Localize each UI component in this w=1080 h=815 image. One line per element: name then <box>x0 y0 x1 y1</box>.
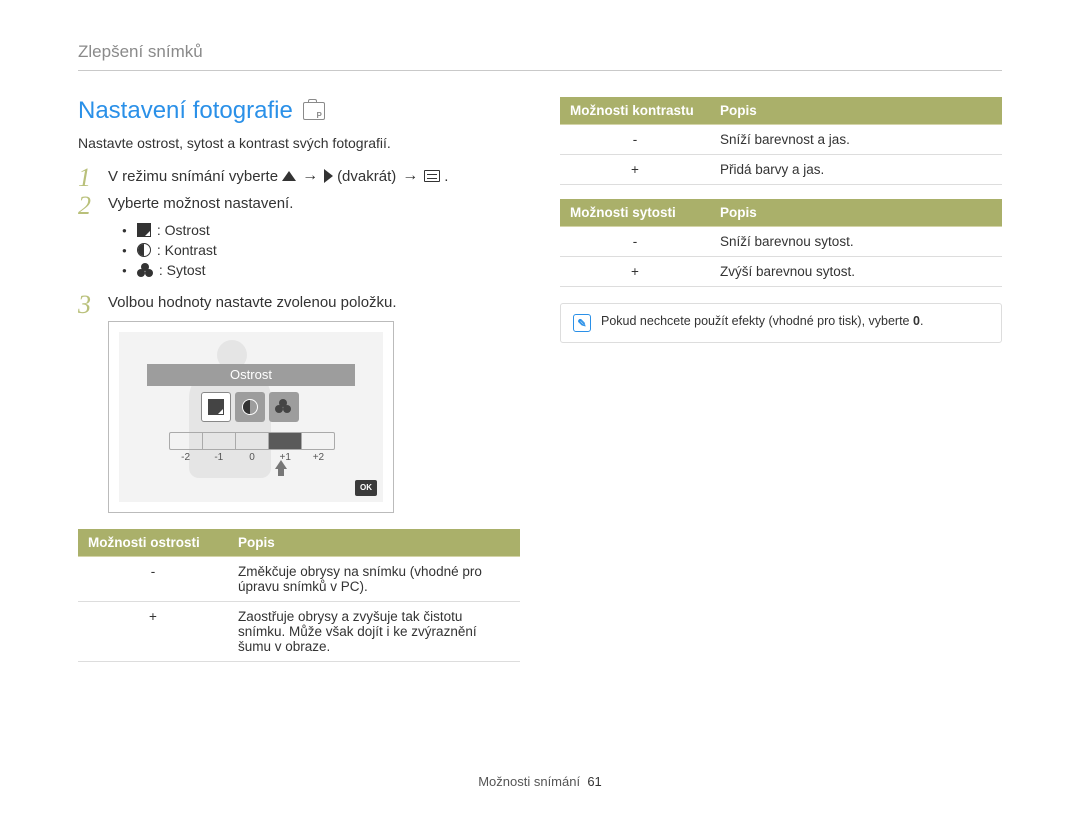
scale-label: 0 <box>235 452 268 463</box>
ok-button[interactable]: OK <box>355 480 377 496</box>
steps-list: V režimu snímání vyberte → (dvakrát) → .… <box>78 167 520 513</box>
scale-label: -2 <box>169 452 202 463</box>
chevron-right-icon <box>324 169 333 183</box>
bullet-contrast-label: : Kontrast <box>157 242 217 258</box>
row-sign: + <box>560 155 710 185</box>
screen-caption: Ostrost <box>147 364 355 386</box>
menu-icon <box>424 170 440 182</box>
footer-section: Možnosti snímání <box>478 774 580 789</box>
row-desc: Sníží barevnost a jas. <box>710 125 1002 155</box>
row-sign: + <box>560 257 710 287</box>
row-desc: Zvýší barevnou sytost. <box>710 257 1002 287</box>
step-1: V režimu snímání vyberte → (dvakrát) → . <box>78 167 520 185</box>
screen-sharpness-tab[interactable] <box>201 392 231 422</box>
triangle-up-icon <box>282 171 296 181</box>
contrast-icon <box>242 399 258 415</box>
th-option: Možnosti sytosti <box>560 199 710 227</box>
row-sign: + <box>78 602 228 662</box>
table-row: + Přidá barvy a jas. <box>560 155 1002 185</box>
value-scale[interactable] <box>169 432 335 450</box>
row-desc: Sníží barevnou sytost. <box>710 227 1002 257</box>
step-3: Volbou hodnoty nastavte zvolenou položku… <box>78 294 520 513</box>
step-3-text: Volbou hodnoty nastavte zvolenou položku… <box>108 294 520 311</box>
table-row: - Sníží barevnost a jas. <box>560 125 1002 155</box>
row-sign: - <box>560 227 710 257</box>
scale-label: +2 <box>302 452 335 463</box>
info-note: Pokud nechcete použít efekty (vhodné pro… <box>560 303 1002 343</box>
left-column: Nastavení fotografie Nastavte ostrost, s… <box>78 97 520 676</box>
note-text-post: . <box>920 314 923 328</box>
step-2-text: Vyberte možnost nastavení. <box>108 195 520 212</box>
saturation-icon <box>137 263 153 277</box>
contrast-table: Možnosti kontrastu Popis - Sníží barevno… <box>560 97 1002 185</box>
th-desc: Popis <box>710 199 1002 227</box>
th-desc: Popis <box>710 97 1002 125</box>
slider-marker-stem <box>278 468 284 476</box>
subtitle: Nastavte ostrost, sytost a kontrast svýc… <box>78 135 520 151</box>
screen-saturation-tab[interactable] <box>269 392 299 422</box>
table-row: - Změkčuje obrysy na snímku (vhodné pro … <box>78 557 520 602</box>
bullet-saturation: : Sytost <box>122 260 520 280</box>
screen-icon-row <box>201 392 299 422</box>
bullet-sharpness-label: : Ostrost <box>157 222 210 238</box>
note-bold: 0 <box>913 314 920 328</box>
bullet-contrast: : Kontrast <box>122 240 520 260</box>
contrast-icon <box>137 243 151 257</box>
page-title-text: Nastavení fotografie <box>78 97 293 125</box>
step1-text-pre: V režimu snímání vyberte <box>108 168 278 185</box>
table-row: - Sníží barevnou sytost. <box>560 227 1002 257</box>
screen-contrast-tab[interactable] <box>235 392 265 422</box>
step1-twice: (dvakrát) <box>337 168 396 185</box>
step-2: Vyberte možnost nastavení. : Ostrost : K… <box>78 195 520 284</box>
row-sign: - <box>78 557 228 602</box>
camera-screen: Ostrost -2 -1 <box>119 332 383 502</box>
row-desc: Zaostřuje obrysy a zvyšuje tak čistotu s… <box>228 602 520 662</box>
sharpness-table: Možnosti ostrosti Popis - Změkčuje obrys… <box>78 529 520 662</box>
step1-end: . <box>444 168 448 185</box>
table-row: + Zvýší barevnou sytost. <box>560 257 1002 287</box>
th-option: Možnosti kontrastu <box>560 97 710 125</box>
step-1-line: V režimu snímání vyberte → (dvakrát) → . <box>108 167 520 185</box>
camera-screenshot: Ostrost -2 -1 <box>108 321 394 513</box>
options-bullets: : Ostrost : Kontrast : Sytost <box>108 216 520 284</box>
page-title: Nastavení fotografie <box>78 97 520 125</box>
row-desc: Změkčuje obrysy na snímku (vhodné pro úp… <box>228 557 520 602</box>
table-row: + Zaostřuje obrysy a zvyšuje tak čistotu… <box>78 602 520 662</box>
scale-label: -1 <box>202 452 235 463</box>
bullet-saturation-label: : Sytost <box>159 262 206 278</box>
note-text-pre: Pokud nechcete použít efekty (vhodné pro… <box>601 314 913 328</box>
row-sign: - <box>560 125 710 155</box>
saturation-icon <box>275 399 293 415</box>
scale-labels: -2 -1 0 +1 +2 <box>169 452 335 463</box>
sharpness-icon <box>208 399 224 415</box>
th-option: Možnosti ostrosti <box>78 529 228 557</box>
note-icon <box>573 314 591 332</box>
note-text: Pokud nechcete použít efekty (vhodné pro… <box>601 314 923 328</box>
bullet-sharpness: : Ostrost <box>122 220 520 240</box>
th-desc: Popis <box>228 529 520 557</box>
sharpness-icon <box>137 223 151 237</box>
right-column: Možnosti kontrastu Popis - Sníží barevno… <box>560 97 1002 676</box>
row-desc: Přidá barvy a jas. <box>710 155 1002 185</box>
footer-page-number: 61 <box>587 774 601 789</box>
page-footer: Možnosti snímání 61 <box>0 774 1080 789</box>
content-columns: Nastavení fotografie Nastavte ostrost, s… <box>78 97 1002 676</box>
page: Zlepšení snímků Nastavení fotografie Nas… <box>0 0 1080 815</box>
saturation-table: Možnosti sytosti Popis - Sníží barevnou … <box>560 199 1002 287</box>
arrow-icon-2: → <box>400 167 420 185</box>
camera-p-icon <box>303 102 325 120</box>
arrow-icon: → <box>300 167 320 185</box>
breadcrumb: Zlepšení snímků <box>78 42 1002 71</box>
